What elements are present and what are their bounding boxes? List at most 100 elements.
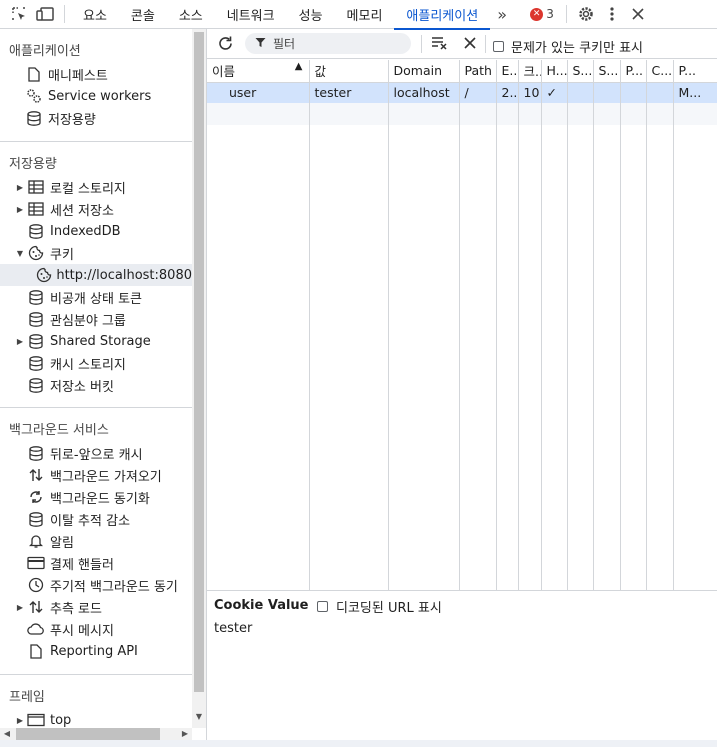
expand-arrow-icon[interactable]: ▶ — [14, 183, 26, 192]
database-icon — [26, 222, 46, 240]
filter-input[interactable]: 필터 — [245, 33, 411, 54]
error-count-badge[interactable]: ✕ 3 — [530, 7, 554, 21]
card-icon — [26, 554, 46, 572]
sidebar-item-manifest[interactable]: 매니페스트 — [0, 63, 192, 85]
checkbox-box[interactable] — [317, 601, 328, 612]
scroll-right-arrow-icon[interactable]: ▶ — [178, 728, 192, 740]
section-divider — [0, 141, 192, 142]
inspect-element-icon[interactable] — [6, 0, 32, 28]
document-icon — [26, 642, 46, 660]
tab-application[interactable]: 애플리케이션 — [394, 0, 490, 30]
sidebar-vertical-scrollbar[interactable]: ▼ — [192, 29, 206, 728]
sidebar-item-label: Shared Storage — [50, 333, 151, 349]
sidebar-item-periodic-sync[interactable]: 주기적 백그라운드 동기 — [0, 574, 192, 596]
column-header-httponly[interactable]: H... — [541, 60, 568, 83]
fetch-arrows-icon — [26, 598, 46, 616]
close-devtools-icon[interactable] — [625, 0, 651, 28]
settings-gear-icon[interactable] — [573, 0, 599, 28]
sidebar-item-label: 비공개 상태 토큰 — [50, 291, 142, 307]
cell-value: tester — [309, 82, 389, 103]
cookie-value-text[interactable]: tester — [214, 621, 252, 636]
table-icon — [26, 178, 46, 196]
column-header-samesite[interactable]: S... — [593, 60, 621, 83]
sidebar-item-background-sync[interactable]: 백그라운드 동기화 — [0, 486, 192, 508]
sidebar-item-cookies[interactable]: ▼ 쿠키 — [0, 242, 192, 264]
table-column-lines — [207, 104, 717, 591]
sidebar-item-storage-buckets[interactable]: 저장소 버킷 — [0, 374, 192, 396]
column-header-cross-site[interactable]: C... — [646, 60, 674, 83]
sidebar-item-cache-storage[interactable]: 캐시 스토리지 — [0, 352, 192, 374]
expand-arrow-icon[interactable]: ▶ — [14, 603, 26, 612]
sidebar-horizontal-scrollbar[interactable]: ◀ ▶ — [0, 728, 192, 740]
delete-selected-icon[interactable] — [464, 37, 476, 53]
column-header-partition-key[interactable]: P... — [620, 60, 647, 83]
scroll-left-arrow-icon[interactable]: ◀ — [0, 728, 14, 740]
sidebar-item-reporting-api[interactable]: Reporting API — [0, 640, 192, 662]
more-tabs-icon[interactable]: » — [490, 5, 514, 24]
cell-cross-site — [646, 82, 674, 103]
column-header-name[interactable]: 이름 ▲ — [207, 60, 310, 83]
sidebar-item-private-state-tokens[interactable]: 비공개 상태 토큰 — [0, 286, 192, 308]
tab-console[interactable]: 콘솔 — [119, 0, 167, 29]
scrollbar-thumb[interactable] — [194, 32, 204, 692]
column-header-expires[interactable]: E... — [496, 60, 519, 83]
sidebar-item-notifications[interactable]: 알림 — [0, 530, 192, 552]
sidebar-item-shared-storage[interactable]: ▶ Shared Storage — [0, 330, 192, 352]
sidebar-item-indexeddb[interactable]: IndexedDB — [0, 220, 192, 242]
tab-elements[interactable]: 요소 — [71, 0, 119, 29]
collapse-arrow-icon[interactable]: ▼ — [14, 249, 26, 258]
more-options-icon[interactable] — [599, 0, 625, 28]
sidebar-item-label: 백그라운드 동기화 — [50, 491, 150, 507]
cell-partition-key — [620, 82, 647, 103]
tab-performance[interactable]: 성능 — [287, 0, 335, 29]
sidebar-item-background-fetch[interactable]: 백그라운드 가져오기 — [0, 464, 192, 486]
sidebar-item-bfcache[interactable]: 뒤로-앞으로 캐시 — [0, 442, 192, 464]
tab-sources[interactable]: 소스 — [167, 0, 215, 29]
database-icon — [24, 109, 44, 127]
expand-arrow-icon[interactable]: ▶ — [14, 205, 26, 214]
sidebar-item-session-storage[interactable]: ▶ 세션 저장소 — [0, 198, 192, 220]
clear-all-cookies-icon[interactable] — [431, 36, 449, 54]
section-title-application: 애플리케이션 — [9, 44, 81, 59]
expand-arrow-icon[interactable]: ▶ — [14, 337, 26, 346]
column-header-secure[interactable]: S... — [567, 60, 594, 83]
sidebar-item-cookie-origin[interactable]: http://localhost:8080 — [0, 264, 192, 286]
sidebar-item-bounce-tracking[interactable]: 이탈 추적 감소 — [0, 508, 192, 530]
table-row[interactable]: user tester localhost / 2... 10 ✓ M... — [207, 82, 717, 103]
sidebar-item-payment-handler[interactable]: 결제 핸들러 — [0, 552, 192, 574]
cookie-value-pane: Cookie Value 디코딩된 URL 표시 tester — [207, 590, 717, 740]
scroll-down-arrow-icon[interactable]: ▼ — [192, 712, 206, 724]
device-toolbar-icon[interactable] — [32, 0, 58, 28]
scrollbar-thumb[interactable] — [16, 728, 160, 740]
sidebar-item-interest-groups[interactable]: 관심분야 그룹 — [0, 308, 192, 330]
column-header-size[interactable]: 크... — [518, 60, 542, 83]
section-divider — [0, 407, 192, 408]
refresh-icon[interactable] — [217, 35, 234, 56]
sidebar-item-label: 세션 저장소 — [50, 203, 114, 219]
show-url-decoded-checkbox[interactable]: 디코딩된 URL 표시 — [317, 597, 442, 616]
tab-network[interactable]: 네트워크 — [215, 0, 287, 29]
database-icon — [26, 376, 46, 394]
cookie-icon — [26, 244, 46, 262]
database-icon — [26, 510, 46, 528]
column-header-priority[interactable]: P... — [673, 60, 717, 83]
sidebar-item-label: IndexedDB — [50, 223, 121, 239]
column-header-path[interactable]: Path — [459, 60, 497, 83]
tab-memory[interactable]: 메모리 — [335, 0, 395, 29]
sidebar-item-label: 매니페스트 — [48, 68, 108, 84]
cell-name: user — [207, 82, 310, 103]
checkbox-box[interactable] — [493, 41, 504, 52]
column-header-value[interactable]: 값 — [309, 60, 389, 83]
cell-priority: M... — [673, 82, 717, 103]
expand-arrow-icon[interactable]: ▶ — [14, 716, 26, 725]
column-header-domain[interactable]: Domain — [388, 60, 460, 83]
only-issues-checkbox[interactable]: 문제가 있는 쿠키만 표시 — [493, 37, 643, 56]
sidebar-item-speculative-loads[interactable]: ▶ 추측 로드 — [0, 596, 192, 618]
sidebar-item-local-storage[interactable]: ▶ 로컬 스토리지 — [0, 176, 192, 198]
sidebar-item-storage[interactable]: 저장용량 — [0, 107, 192, 129]
sidebar-item-label: 주기적 백그라운드 동기 — [50, 579, 178, 595]
sidebar-item-service-workers[interactable]: Service workers — [0, 85, 192, 107]
sidebar-item-push-messaging[interactable]: 푸시 메시지 — [0, 618, 192, 640]
cell-httponly: ✓ — [541, 82, 568, 103]
database-icon — [26, 288, 46, 306]
